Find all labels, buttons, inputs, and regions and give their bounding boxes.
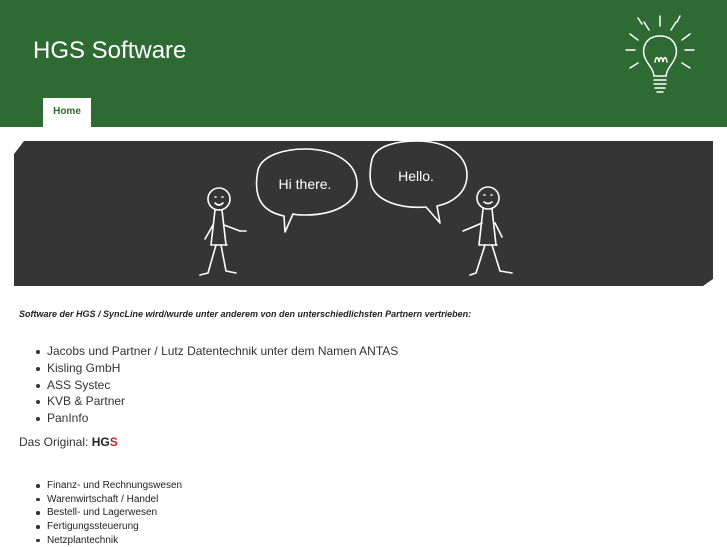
speech-left-text: Hi there.	[279, 176, 332, 192]
partner-list: Jacobs und Partner / Lutz Datentechnik u…	[35, 343, 399, 427]
site-header: HGS Software Home	[0, 0, 727, 127]
original-prefix: Das Original:	[19, 435, 92, 449]
list-item: ASS Systec	[35, 377, 398, 394]
speech-right-text: Hello.	[398, 168, 434, 184]
tab-home[interactable]: Home	[43, 98, 91, 127]
list-item: Warenwirtschaft / Handel	[35, 493, 182, 507]
chalkboard	[14, 141, 713, 286]
original-heading: Das Original: HGS	[19, 435, 118, 449]
list-item: Finanz- und Rechnungswesen	[35, 480, 183, 491]
site-title: HGS Software	[33, 37, 187, 64]
list-item: Fertigungssteuerung	[35, 520, 182, 534]
chalkboard-banner: Hi there. Hello.	[0, 139, 727, 287]
list-item: Bestell- und Lagerwesen	[35, 506, 182, 520]
list-item: Jacobs und Partner / Lutz Datentechnik u…	[35, 344, 399, 358]
list-item: Kisling GmbH	[35, 360, 398, 377]
original-brand-s: S	[109, 435, 118, 449]
list-item: KVB & Partner	[35, 393, 398, 410]
original-brand-hg: HG	[91, 435, 110, 449]
list-item: PanInfo	[35, 410, 398, 427]
list-item: Netzplantechnik	[35, 534, 182, 547]
lightbulb-icon	[625, 15, 695, 93]
feature-list: Finanz- und Rechnungswesen Warenwirtscha…	[35, 479, 183, 547]
intro-text: Software der HGS / SyncLine wird/wurde u…	[19, 309, 472, 319]
